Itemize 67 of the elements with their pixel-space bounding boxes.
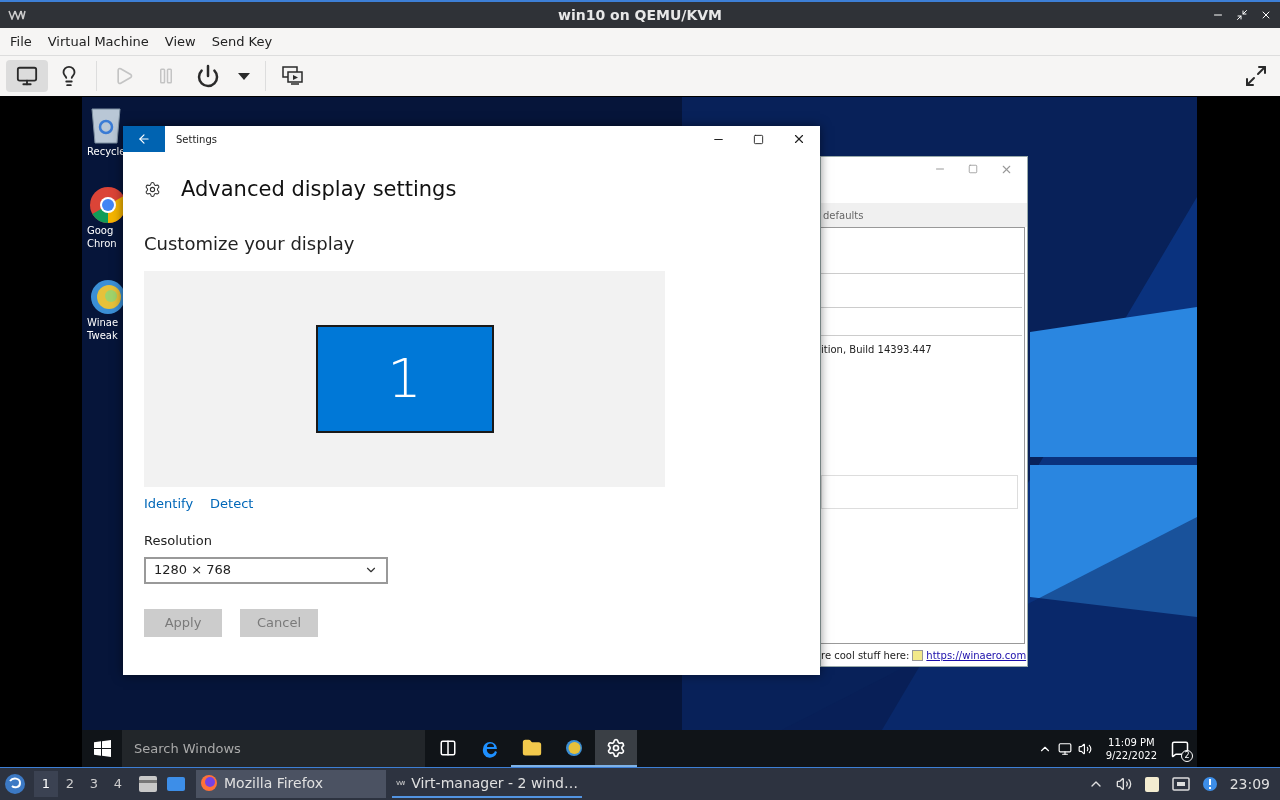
restore-icon[interactable] <box>1236 9 1248 21</box>
task-view-icon <box>439 738 457 757</box>
workspace-button[interactable]: 2 <box>58 771 82 797</box>
close-icon[interactable] <box>792 132 806 146</box>
virt-manager-icon <box>396 778 406 788</box>
section-heading: Customize your display <box>144 231 355 256</box>
build-info-text: ition, Build 14393.447 <box>821 343 933 357</box>
winaero-icon <box>565 738 583 757</box>
window-title: win10 on QEMU/KVM <box>558 5 722 25</box>
volume-icon[interactable] <box>1077 741 1092 756</box>
workspace-button[interactable]: 1 <box>34 771 58 797</box>
monitor-tile[interactable]: 1 <box>315 324 494 433</box>
page-heading: Advanced display settings <box>181 176 457 203</box>
fullscreen-icon[interactable] <box>1244 64 1268 88</box>
taskbar-task-button[interactable]: Mozilla Firefox <box>196 770 386 798</box>
clock: 23:09 <box>1229 774 1271 794</box>
desktop-icon-label: Goog <box>86 224 114 237</box>
maximize-icon[interactable] <box>753 133 764 145</box>
text-link[interactable]: Detect <box>210 493 254 513</box>
window-title: Settings <box>176 132 217 147</box>
field-label: Resolution <box>144 532 212 550</box>
dropdown-value: 1280 × 768 <box>154 561 232 580</box>
workspace-button[interactable]: 4 <box>106 771 130 797</box>
pause-icon <box>157 67 175 85</box>
clock-date: 9/22/2022 <box>1105 748 1157 762</box>
notification-badge: 2 <box>1181 749 1193 762</box>
text-link[interactable]: Identify <box>144 493 194 513</box>
close-icon[interactable] <box>1260 9 1272 21</box>
settings-icon <box>144 181 161 199</box>
folder-icon <box>522 737 542 758</box>
recycle-bin-icon <box>89 105 123 145</box>
power-icon <box>196 64 220 88</box>
toolbar-label[interactable]: defaults <box>823 207 864 223</box>
toolbar-button[interactable] <box>6 60 48 92</box>
update-notice-icon[interactable] <box>1201 776 1218 792</box>
website-link[interactable]: https://winaero.com <box>926 647 1027 663</box>
windows-logo-icon[interactable] <box>93 740 111 757</box>
back-button[interactable] <box>123 126 165 152</box>
screens-icon <box>282 66 304 86</box>
search-field[interactable]: Search Windows <box>122 730 425 767</box>
monitor-number: 1 <box>387 351 422 406</box>
app-menu-icon[interactable] <box>4 773 26 795</box>
menu-item[interactable]: File <box>2 31 40 52</box>
firefox-icon <box>200 774 218 792</box>
monitor-icon <box>16 65 38 87</box>
menu-item[interactable]: View <box>156 31 204 52</box>
status-text: re cool stuff here: <box>821 648 910 663</box>
desktop-icon-label: Chron <box>86 237 117 250</box>
menu-item[interactable]: Send Key <box>203 31 281 52</box>
file-manager-icon[interactable] <box>138 775 158 793</box>
menu-item[interactable]: Virtual Machine <box>39 31 157 52</box>
play-icon <box>114 66 134 86</box>
notifications-icon[interactable] <box>1171 739 1189 758</box>
settings-icon <box>606 737 626 758</box>
w-logo-icon <box>912 649 924 661</box>
volume-icon[interactable] <box>1115 776 1132 792</box>
network-icon[interactable] <box>1057 741 1072 756</box>
virt-manager-icon <box>8 10 26 20</box>
desktop-icon-label: Winae <box>86 316 119 329</box>
caret-icon <box>238 72 250 80</box>
taskbar-app-button[interactable] <box>595 730 637 767</box>
clock-time: 11:09 PM <box>1108 735 1155 749</box>
network-icon[interactable] <box>1171 777 1190 791</box>
desktop-icon-label: Tweak <box>86 329 118 342</box>
resolution-dropdown[interactable]: 1280 × 768 <box>144 556 388 584</box>
taskbar-task-button[interactable]: Virt-manager - 2 wind… <box>392 770 582 798</box>
workspace-button[interactable]: 3 <box>82 771 106 797</box>
